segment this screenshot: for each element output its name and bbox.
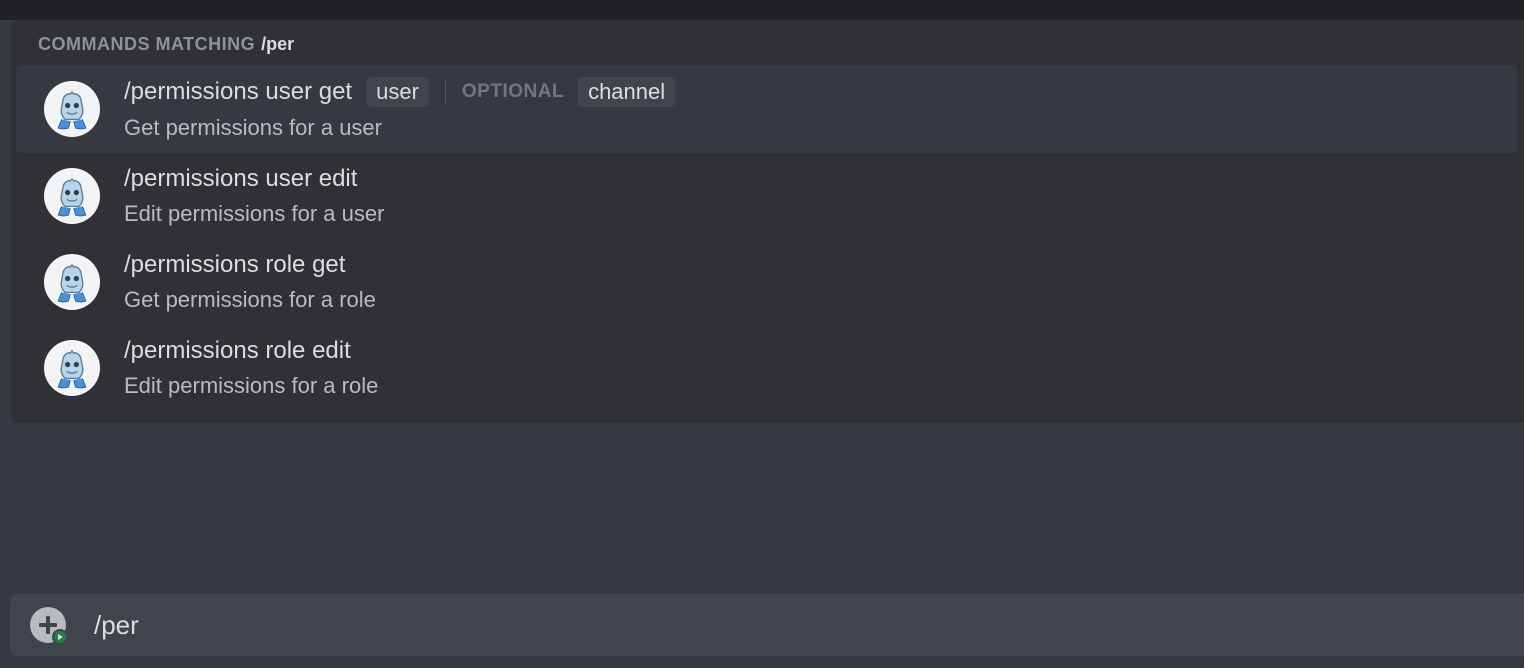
command-title-row: /permissions user edit xyxy=(124,165,1504,193)
command-name: /permissions role edit xyxy=(124,337,351,365)
command-description: Get permissions for a role xyxy=(124,287,1504,313)
command-option[interactable]: /permissions user edit Edit permissions f… xyxy=(16,153,1518,239)
command-content: /permissions role edit Edit permissions f… xyxy=(124,337,1504,399)
command-name: /permissions role get xyxy=(124,251,345,279)
command-name: /permissions user edit xyxy=(124,165,357,193)
window-backdrop xyxy=(0,0,1524,20)
bot-avatar-icon xyxy=(46,83,98,135)
command-autocomplete-panel: COMMANDS MATCHING /per /permissions user… xyxy=(10,20,1524,423)
message-input[interactable]: /per xyxy=(94,610,1504,641)
optional-divider xyxy=(445,79,446,105)
command-param: channel xyxy=(578,77,675,107)
command-title-row: /permissions role edit xyxy=(124,337,1504,365)
bot-avatar xyxy=(44,81,100,137)
command-title-row: /permissions role get xyxy=(124,251,1504,279)
command-content: /permissions role get Get permissions for… xyxy=(124,251,1504,313)
optional-label: OPTIONAL xyxy=(462,81,564,103)
bot-avatar-icon xyxy=(46,256,98,308)
command-title-row: /permissions user get user OPTIONAL channel xyxy=(124,77,1504,107)
bot-avatar xyxy=(44,168,100,224)
header-label: COMMANDS MATCHING xyxy=(38,34,255,55)
command-param: user xyxy=(366,77,429,107)
attach-button[interactable] xyxy=(30,607,66,643)
bot-avatar xyxy=(44,254,100,310)
command-content: /permissions user get user OPTIONAL channel… xyxy=(124,77,1504,141)
command-list: /permissions user get user OPTIONAL channel… xyxy=(10,65,1524,411)
header-query: /per xyxy=(261,34,294,55)
command-option[interactable]: /permissions role edit Edit permissions f… xyxy=(16,325,1518,411)
command-description: Edit permissions for a role xyxy=(124,373,1504,399)
command-description: Edit permissions for a user xyxy=(124,201,1504,227)
autocomplete-header: COMMANDS MATCHING /per xyxy=(10,20,1524,65)
bot-avatar-icon xyxy=(46,170,98,222)
bot-avatar xyxy=(44,340,100,396)
apps-badge-icon xyxy=(52,629,68,645)
bot-avatar-icon xyxy=(46,342,98,394)
command-name: /permissions user get xyxy=(124,78,352,106)
command-option[interactable]: /permissions user get user OPTIONAL channel… xyxy=(16,65,1518,153)
command-description: Get permissions for a user xyxy=(124,115,1504,141)
command-content: /permissions user edit Edit permissions f… xyxy=(124,165,1504,227)
command-option[interactable]: /permissions role get Get permissions for… xyxy=(16,239,1518,325)
message-input-bar[interactable]: /per xyxy=(10,594,1524,656)
